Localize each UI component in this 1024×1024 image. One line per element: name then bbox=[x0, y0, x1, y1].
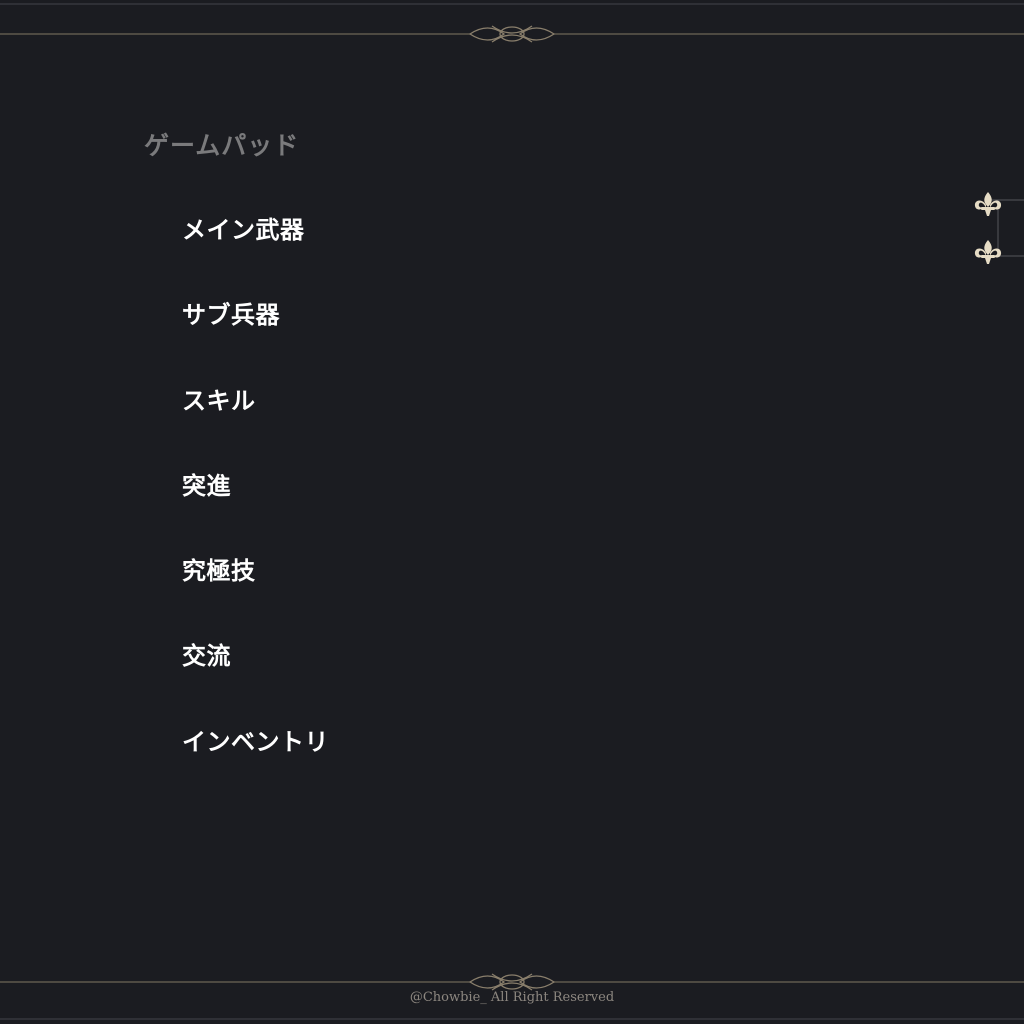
gamepad-settings-screen: ゲームパッド メイン武器 サブ兵器 スキル 突進 究極技 交流 インベントリ @… bbox=[0, 0, 1024, 1024]
menu-item-dash[interactable]: 突進 bbox=[182, 468, 329, 553]
menu-item-inventory[interactable]: インベントリ bbox=[182, 724, 329, 809]
menu-item-interact[interactable]: 交流 bbox=[182, 638, 329, 723]
menu-item-ultimate[interactable]: 究極技 bbox=[182, 553, 329, 638]
action-menu: メイン武器 サブ兵器 スキル 突進 究極技 交流 インベントリ bbox=[182, 212, 329, 809]
menu-item-skill[interactable]: スキル bbox=[182, 383, 329, 468]
knot-ornament-icon bbox=[468, 25, 556, 43]
top-ornament-border bbox=[0, 3, 1024, 43]
menu-item-sub-weapon[interactable]: サブ兵器 bbox=[182, 297, 329, 382]
menu-item-main-weapon[interactable]: メイン武器 bbox=[182, 212, 329, 297]
knot-ornament-icon bbox=[468, 973, 556, 991]
section-title: ゲームパッド bbox=[144, 131, 300, 160]
fleur-de-lis-icon[interactable] bbox=[974, 192, 1002, 216]
fleur-de-lis-icon[interactable] bbox=[974, 240, 1002, 264]
side-tabs bbox=[974, 192, 1024, 264]
copyright-footer: @Chowbie_ All Right Reserved bbox=[409, 990, 615, 1005]
